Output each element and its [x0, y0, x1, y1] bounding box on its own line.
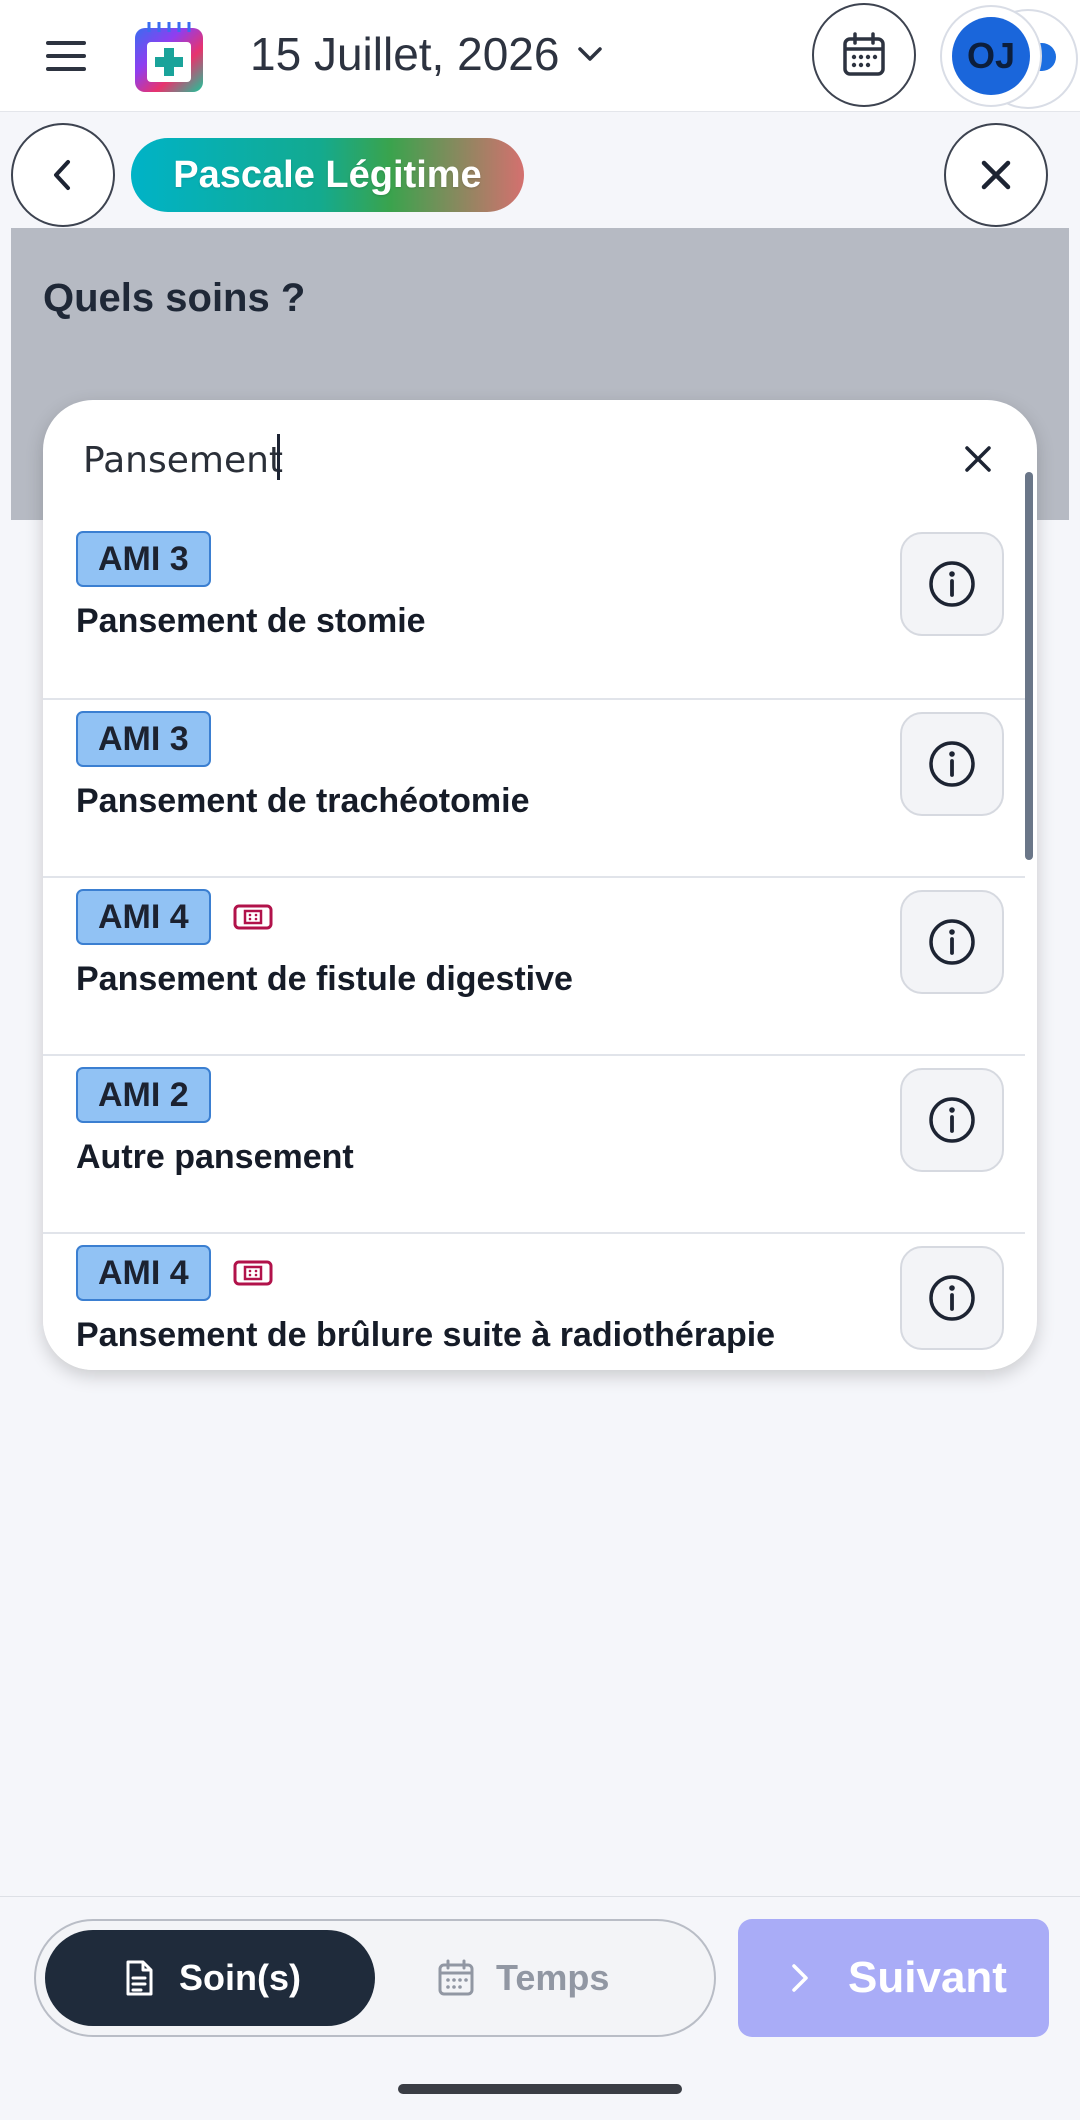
result-label: Autre pansement [76, 1138, 354, 1176]
code-badge: AMI 3 [76, 531, 211, 587]
info-icon [929, 561, 975, 607]
calendar-button[interactable] [812, 3, 916, 107]
info-button[interactable] [900, 1068, 1004, 1172]
bandage-icon [233, 903, 273, 931]
bandage-icon [233, 1259, 273, 1287]
result-item[interactable]: AMI 2 Autre pansement [43, 1054, 1025, 1232]
info-button[interactable] [900, 1246, 1004, 1350]
tab-temps-label: Temps [496, 1957, 610, 1998]
info-icon [929, 1097, 975, 1143]
info-button[interactable] [900, 890, 1004, 994]
avatar[interactable]: OJ [940, 5, 1042, 107]
tab-soins-label: Soin(s) [179, 1957, 301, 1998]
next-button-label: Suivant [848, 1953, 1007, 2002]
code-badge: AMI 4 [76, 1245, 211, 1301]
app-logo [133, 18, 205, 94]
top-bar: 15 Juillet, 2026 OJ [0, 0, 1080, 112]
results-scrollbar[interactable] [1025, 472, 1033, 860]
calendar-icon [438, 1959, 474, 1996]
tab-temps[interactable]: Temps [436, 1930, 676, 2026]
code-badge: AMI 2 [76, 1067, 211, 1123]
next-button[interactable]: Suivant [738, 1919, 1049, 2037]
result-item[interactable]: AMI 3 Pansement de stomie [43, 520, 1025, 698]
close-button[interactable] [944, 123, 1048, 227]
avatar-initials: OJ [952, 17, 1030, 95]
question-title: Quels soins ? [43, 276, 306, 320]
mode-toggle: Soin(s) Temps [34, 1919, 716, 2037]
result-label: Pansement de trachéotomie [76, 782, 530, 820]
current-date: 15 Juillet, 2026 [250, 28, 560, 80]
close-icon [981, 160, 1011, 190]
patient-name-chip[interactable]: Pascale Légitime [131, 138, 524, 212]
info-icon [929, 919, 975, 965]
calendar-icon [843, 32, 885, 76]
info-button[interactable] [900, 712, 1004, 816]
back-button[interactable] [11, 123, 115, 227]
home-indicator [398, 2084, 682, 2094]
document-icon [126, 1960, 153, 1996]
result-label: Pansement de stomie [76, 602, 426, 640]
close-icon [965, 446, 991, 472]
chevron-left-icon [54, 160, 70, 190]
code-badge: AMI 3 [76, 711, 211, 767]
info-icon [929, 741, 975, 787]
result-item[interactable]: AMI 4 Pansement de brûlure suite à radio… [43, 1232, 1025, 1370]
info-button[interactable] [900, 532, 1004, 636]
result-item[interactable]: AMI 4 Pansement de fistule digestive [43, 876, 1025, 1054]
text-caret [277, 434, 280, 480]
search-input[interactable] [83, 430, 883, 490]
result-label: Pansement de fistule digestive [76, 960, 573, 998]
clear-search-button[interactable] [953, 434, 1003, 484]
account-switcher[interactable]: OJ [940, 5, 1080, 109]
date-selector[interactable]: 15 Juillet, 2026 [250, 24, 607, 84]
result-item[interactable]: AMI 3 Pansement de trachéotomie [43, 698, 1025, 876]
chevron-down-icon [578, 47, 603, 61]
code-badge: AMI 4 [76, 889, 211, 945]
info-icon [929, 1275, 975, 1321]
search-dropdown: AMI 3 Pansement de stomie AMI 3 Pansemen… [43, 400, 1037, 1370]
menu-icon[interactable] [44, 34, 88, 78]
result-label: Pansement de brûlure suite à radiothérap… [76, 1316, 776, 1354]
chevron-right-icon [792, 1964, 808, 1992]
tab-soins[interactable]: Soin(s) [45, 1930, 375, 2026]
